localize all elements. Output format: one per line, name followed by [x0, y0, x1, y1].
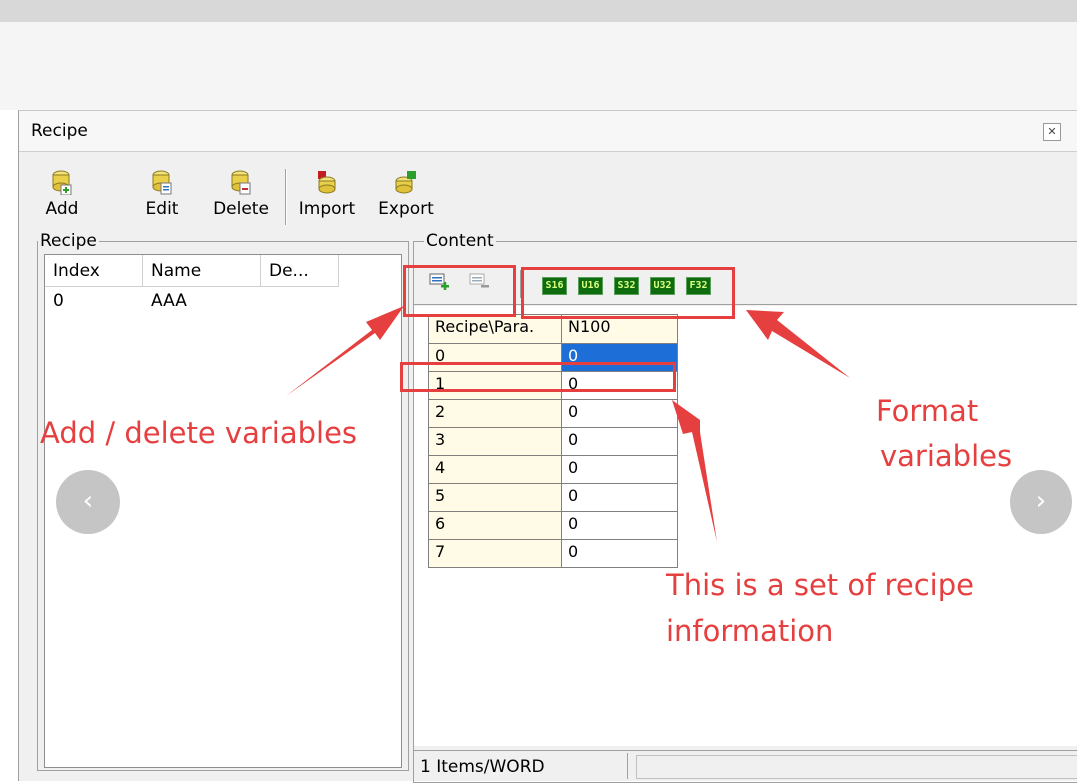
grid-cell[interactable]: 0 [562, 400, 678, 428]
close-icon[interactable]: ✕ [1043, 123, 1061, 141]
recipe-row-highlight-box [400, 362, 676, 392]
content-group: Content S16 U16 S32 U32 F32 Recipe\Para.… [413, 231, 1077, 783]
grid-row-header[interactable]: 6 [428, 512, 562, 540]
status-items: 1 Items/WORD [414, 753, 628, 779]
add-recipe-icon [52, 170, 72, 195]
import-button[interactable]: Import [293, 163, 361, 229]
format-highlight-box [521, 267, 735, 319]
column-header-name[interactable]: Name [143, 255, 261, 287]
delete-recipe-icon [231, 170, 251, 195]
top-blank-area [0, 22, 1077, 110]
grid-row-header[interactable]: 5 [428, 484, 562, 512]
edit-label: Edit [145, 199, 179, 219]
row-index: 0 [53, 291, 64, 311]
add-label: Add [45, 199, 79, 219]
column-header-description[interactable]: De... [261, 255, 339, 287]
add-button[interactable]: Add [37, 163, 87, 229]
main-toolbar: Add Edit Delete Import Export [37, 159, 1077, 233]
delete-button[interactable]: Delete [209, 163, 273, 229]
add-delete-highlight-box [403, 265, 516, 317]
grid-row-header[interactable]: 3 [428, 428, 562, 456]
import-recipe-icon [318, 171, 336, 194]
annotation-add-delete: Add / delete variables [40, 416, 358, 450]
grid-row-header[interactable]: 4 [428, 456, 562, 484]
export-label: Export [378, 199, 434, 219]
grid-cell[interactable]: 0 [562, 456, 678, 484]
status-pane [636, 755, 1077, 779]
grid-cell[interactable]: 0 [562, 484, 678, 512]
previous-arrow-icon[interactable]: ‹ [56, 470, 120, 534]
recipe-group-label: Recipe [38, 231, 99, 251]
status-bar: 1 Items/WORD [414, 750, 1077, 781]
annotation-format-line2: variables [880, 439, 1013, 473]
grid-cell[interactable]: 0 [562, 540, 678, 568]
next-arrow-icon[interactable]: › [1010, 470, 1072, 534]
export-button[interactable]: Export [371, 163, 441, 229]
annotation-recipe-line2: information [666, 614, 834, 648]
top-bar [0, 0, 1077, 22]
column-header-index[interactable]: Index [45, 255, 143, 287]
content-group-label: Content [424, 231, 496, 251]
edit-button[interactable]: Edit [137, 163, 187, 229]
grid-cell[interactable]: 0 [562, 512, 678, 540]
edit-recipe-icon [152, 170, 172, 195]
annotation-recipe-line1: This is a set of recipe [666, 568, 974, 602]
grid-row-header[interactable]: 7 [428, 540, 562, 568]
grid-cell[interactable]: 0 [562, 428, 678, 456]
window-title: Recipe [31, 121, 88, 141]
window-titlebar: Recipe ✕ [19, 111, 1077, 152]
toolbar-separator [285, 169, 287, 225]
import-label: Import [298, 199, 356, 219]
row-name: AAA [151, 291, 187, 311]
annotation-format-line1: Format [876, 394, 979, 428]
delete-label: Delete [213, 199, 269, 219]
grid-row-header[interactable]: 2 [428, 400, 562, 428]
export-recipe-icon [395, 171, 416, 194]
